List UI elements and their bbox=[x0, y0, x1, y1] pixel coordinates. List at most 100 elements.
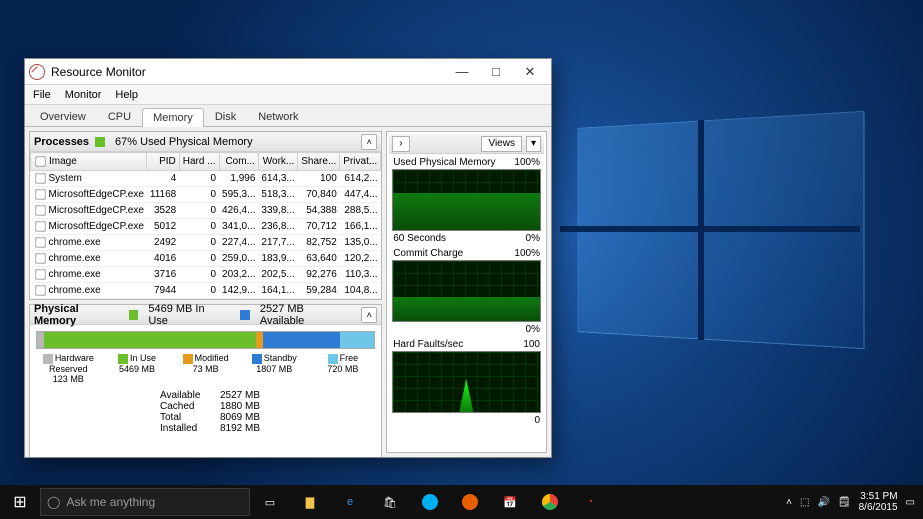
legend-item: Modified73 MB bbox=[171, 353, 240, 384]
notifications-button[interactable]: ▭ bbox=[906, 497, 915, 508]
tray-network-icon[interactable]: ⬚ bbox=[800, 497, 809, 508]
memory-bar bbox=[36, 331, 375, 349]
table-row[interactable]: MicrosoftEdgeCP.exe35280426,4...339,8...… bbox=[31, 203, 381, 219]
app-icon bbox=[29, 64, 45, 80]
chart-br: 0% bbox=[526, 233, 540, 244]
tab-memory[interactable]: Memory bbox=[142, 108, 204, 127]
taskbar-app-firefox[interactable] bbox=[450, 485, 490, 519]
start-button[interactable]: ⊞ bbox=[0, 485, 40, 519]
chart-br: 0% bbox=[526, 324, 540, 335]
table-row[interactable]: chrome.exe79440142,9...164,1...59,284104… bbox=[31, 283, 381, 299]
menu-help[interactable]: Help bbox=[115, 89, 138, 101]
column-header[interactable]: Com... bbox=[219, 153, 258, 171]
menu-bar: File Monitor Help bbox=[25, 85, 551, 105]
views-button[interactable]: Views bbox=[481, 136, 522, 152]
memory-stat: Cached1880 MB bbox=[160, 401, 381, 412]
memory-segment bbox=[340, 332, 374, 348]
chart-max: 100% bbox=[514, 157, 540, 168]
title-bar[interactable]: Resource Monitor — □ ✕ bbox=[25, 59, 551, 85]
memory-segment bbox=[37, 332, 44, 348]
table-row[interactable]: MicrosoftEdgeCP.exe111680595,3...518,3..… bbox=[31, 187, 381, 203]
tray-notes-icon[interactable]: 🗒 bbox=[838, 497, 851, 508]
legend-item: Standby1807 MB bbox=[240, 353, 309, 384]
usage-swatch-icon bbox=[95, 137, 105, 147]
close-button[interactable]: ✕ bbox=[513, 61, 547, 83]
tab-bar: Overview CPU Memory Disk Network bbox=[25, 105, 551, 127]
memory-segment bbox=[44, 332, 256, 348]
chart bbox=[392, 351, 541, 413]
charts-pane: › Views ▾ Used Physical Memory 100% 60 Sec… bbox=[386, 131, 547, 453]
cortana-icon: ◯ bbox=[47, 495, 60, 509]
tray-volume-icon[interactable]: 🔊 bbox=[817, 497, 829, 508]
tab-overview[interactable]: Overview bbox=[29, 107, 97, 126]
physical-memory-panel: Physical Memory 5469 MB In Use 2527 MB A… bbox=[29, 304, 382, 457]
system-tray: ˄ ⬚ 🔊 🗒 3:51 PM 8/6/2015 ▭ bbox=[786, 491, 923, 513]
table-row[interactable]: System401,996614,3...100614,2... bbox=[31, 171, 381, 187]
windows-logo bbox=[560, 120, 860, 340]
memory-stat: Installed8192 MB bbox=[160, 423, 381, 434]
processes-panel: Processes 67% Used Physical Memory ˄ Ima… bbox=[29, 131, 382, 300]
avail-swatch-icon bbox=[240, 310, 250, 320]
processes-table[interactable]: ImagePIDHard ...Com...Work...Share...Pri… bbox=[30, 152, 381, 299]
table-row[interactable]: MicrosoftEdgeCP.exe50120341,0...236,8...… bbox=[31, 219, 381, 235]
chart-title: Used Physical Memory bbox=[393, 157, 495, 168]
legend-item: Hardware Reserved123 MB bbox=[34, 353, 103, 384]
taskbar-app-resource-monitor[interactable]: ◔ bbox=[570, 485, 610, 519]
memory-title: Physical Memory bbox=[34, 303, 123, 327]
taskbar-app-edge[interactable]: e bbox=[330, 485, 370, 519]
chart-max: 100% bbox=[514, 248, 540, 259]
search-box[interactable]: ◯ Ask me anything bbox=[40, 488, 250, 516]
memory-stat: Available2527 MB bbox=[160, 390, 381, 401]
chart-title: Commit Charge bbox=[393, 248, 463, 259]
charts-expand-button[interactable]: › bbox=[392, 136, 409, 152]
minimize-button[interactable]: — bbox=[445, 61, 479, 83]
resource-monitor-window: Resource Monitor — □ ✕ File Monitor Help… bbox=[24, 58, 552, 458]
taskbar: ⊞ ◯ Ask me anything ▭ ▇ e 🛍 📅 ◔ ˄ ⬚ 🔊 🗒 … bbox=[0, 485, 923, 519]
tab-cpu[interactable]: CPU bbox=[97, 107, 142, 126]
chart bbox=[392, 169, 541, 231]
collapse-button[interactable]: ˄ bbox=[361, 307, 377, 323]
memory-available: 2527 MB Available bbox=[260, 303, 350, 327]
column-header[interactable]: Hard ... bbox=[179, 153, 219, 171]
chart-br: 0 bbox=[534, 415, 540, 426]
table-row[interactable]: chrome.exe40160259,0...183,9...63,640120… bbox=[31, 251, 381, 267]
taskbar-app-calendar[interactable]: 📅 bbox=[490, 485, 530, 519]
tab-disk[interactable]: Disk bbox=[204, 107, 247, 126]
views-dropdown-button[interactable]: ▾ bbox=[526, 136, 541, 152]
maximize-button[interactable]: □ bbox=[479, 61, 513, 83]
task-view-button[interactable]: ▭ bbox=[250, 485, 290, 519]
select-all-checkbox[interactable] bbox=[35, 156, 45, 166]
memory-segment bbox=[256, 332, 263, 348]
memory-legend: Hardware Reserved123 MBIn Use5469 MBModi… bbox=[30, 351, 381, 390]
clock[interactable]: 3:51 PM 8/6/2015 bbox=[859, 491, 898, 513]
tray-chevron-icon[interactable]: ˄ bbox=[786, 497, 792, 508]
legend-item: Free720 MB bbox=[309, 353, 378, 384]
inuse-swatch-icon bbox=[129, 310, 139, 320]
chart bbox=[392, 260, 541, 322]
legend-item: In Use5469 MB bbox=[103, 353, 172, 384]
column-header[interactable]: Privat... bbox=[340, 153, 381, 171]
column-header[interactable]: Image bbox=[31, 153, 147, 171]
table-row[interactable]: chrome.exe24920227,4...217,7...82,752135… bbox=[31, 235, 381, 251]
column-header[interactable]: PID bbox=[147, 153, 179, 171]
taskbar-app-store[interactable]: 🛍 bbox=[370, 485, 410, 519]
processes-title: Processes bbox=[34, 136, 89, 148]
taskbar-app-chrome[interactable] bbox=[530, 485, 570, 519]
tab-network[interactable]: Network bbox=[247, 107, 309, 126]
taskbar-app-explorer[interactable]: ▇ bbox=[290, 485, 330, 519]
chart-title: Hard Faults/sec bbox=[393, 339, 463, 350]
memory-stats: Available2527 MBCached1880 MBTotal8069 M… bbox=[30, 390, 381, 434]
column-header[interactable]: Work... bbox=[258, 153, 297, 171]
memory-in-use: 5469 MB In Use bbox=[148, 303, 226, 327]
memory-stat: Total8069 MB bbox=[160, 412, 381, 423]
menu-monitor[interactable]: Monitor bbox=[65, 89, 102, 101]
chart-bl: 60 Seconds bbox=[393, 233, 446, 244]
window-title: Resource Monitor bbox=[51, 65, 445, 79]
taskbar-app-skype[interactable] bbox=[410, 485, 450, 519]
menu-file[interactable]: File bbox=[33, 89, 51, 101]
collapse-button[interactable]: ˄ bbox=[361, 134, 377, 150]
memory-segment bbox=[263, 332, 341, 348]
chart-max: 100 bbox=[523, 339, 540, 350]
table-row[interactable]: chrome.exe37160203,2...202,5...92,276110… bbox=[31, 267, 381, 283]
column-header[interactable]: Share... bbox=[298, 153, 340, 171]
